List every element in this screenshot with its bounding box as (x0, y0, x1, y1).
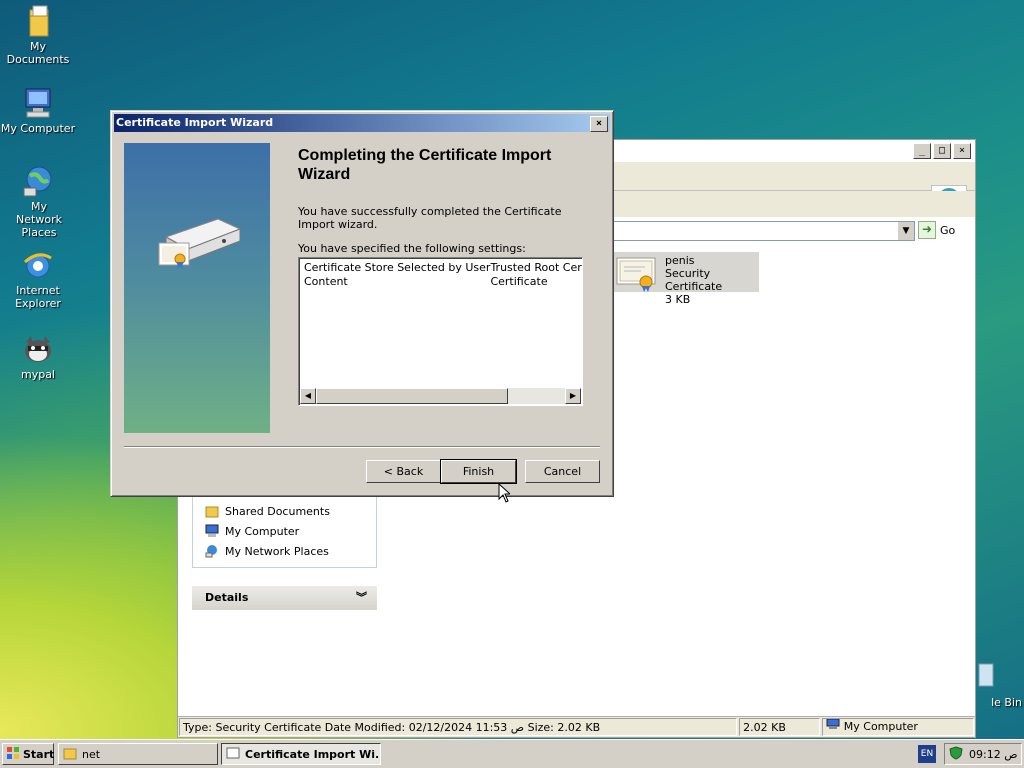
system-tray: 09:12 ص (944, 743, 1022, 765)
start-label: Start (23, 747, 55, 761)
minimize-button[interactable]: _ (913, 143, 931, 159)
file-type: Security Certificate (665, 267, 723, 293)
file-name: penis (665, 254, 695, 267)
folder-icon (205, 504, 219, 518)
other-places-my-computer[interactable]: My Computer (193, 521, 376, 541)
other-places-label: My Network Places (225, 544, 329, 558)
mouse-cursor-icon (498, 482, 512, 506)
desktop-icon-my-computer[interactable]: My Computer (0, 86, 78, 135)
status-zone: My Computer (821, 718, 974, 736)
settings-intro: You have specified the following setting… (298, 242, 526, 255)
wizard-side-banner (124, 143, 270, 433)
window-controls: _ □ × (913, 143, 971, 159)
scroll-right-icon[interactable]: ▶ (565, 388, 581, 404)
close-button[interactable]: × (953, 143, 971, 159)
file-item[interactable]: penis Security Certificate 3 KB (613, 252, 759, 306)
computer-icon (21, 86, 55, 120)
other-places-shared-documents[interactable]: Shared Documents (193, 501, 376, 521)
desktop-icon-my-documents[interactable]: My Documents (0, 4, 78, 66)
window-icon (226, 746, 240, 763)
computer-icon (826, 719, 840, 735)
internet-explorer-icon (21, 248, 55, 282)
windows-logo-icon (6, 746, 20, 763)
details-panel-header[interactable]: Details ︾ (192, 586, 377, 610)
back-button[interactable]: < Back (366, 460, 441, 483)
computer-icon (205, 524, 219, 538)
status-size: 2.02 KB (739, 718, 820, 736)
other-places-my-network-places[interactable]: My Network Places (193, 541, 376, 561)
mypal-icon (21, 332, 55, 366)
go-button[interactable]: ➜ Go (918, 220, 966, 240)
status-bar: Type: Security Certificate Date Modified… (178, 716, 975, 737)
desktop-icon-label: Internet Explorer (15, 284, 61, 310)
dialog-titlebar: Certificate Import Wizard × (114, 114, 610, 132)
success-text: You have successfully completed the Cert… (298, 205, 562, 231)
settings-row: Certificate Store Selected by User Trust… (304, 261, 582, 275)
chevron-double-down-icon[interactable]: ︾ (356, 586, 367, 610)
taskbar-item-label: Certificate Import Wi... (245, 747, 381, 761)
cancel-button[interactable]: Cancel (525, 460, 600, 483)
desktop-icon-label: My Documents (6, 40, 70, 66)
scrollbar-thumb[interactable] (316, 388, 508, 404)
network-icon (205, 544, 219, 558)
other-places-label: Shared Documents (225, 504, 330, 518)
settings-list[interactable]: Certificate Store Selected by User Trust… (298, 257, 583, 406)
folder-icon (21, 4, 55, 38)
maximize-button[interactable]: □ (933, 143, 951, 159)
security-shield-icon[interactable] (949, 745, 963, 763)
scroll-left-icon[interactable]: ◀ (300, 388, 316, 404)
language-indicator[interactable]: EN (918, 745, 936, 763)
go-label: Go (940, 223, 956, 237)
finish-button[interactable]: Finish (440, 459, 517, 484)
file-size: 3 KB (665, 293, 691, 306)
taskbar-item-label: net (82, 747, 101, 761)
certificate-drive-icon (158, 215, 242, 278)
settings-row: Content Certificate (304, 275, 582, 289)
status-zone-label: My Computer (843, 720, 918, 733)
setting-name: Certificate Store Selected by User (304, 261, 491, 274)
desktop-icon-label: mypal (20, 368, 55, 381)
desktop-icon-label: My Network Places (16, 200, 62, 239)
horizontal-scrollbar[interactable]: ◀ ▶ (300, 388, 581, 404)
desktop-icon-internet-explorer[interactable]: Internet Explorer (0, 248, 78, 310)
desktop-icon-label: My Computer (0, 122, 76, 135)
start-button[interactable]: Start (2, 743, 54, 765)
recycle-bin-icon (976, 660, 996, 694)
status-info: Type: Security Certificate Date Modified… (179, 718, 738, 736)
clock[interactable]: 09:12 ص (969, 748, 1018, 761)
divider (124, 446, 600, 448)
certificate-import-wizard-dialog: Certificate Import Wizard × Completing t… (110, 110, 614, 497)
other-places-panel: Shared Documents My Computer My Network … (192, 492, 377, 568)
taskbar-item-certificate-import-wizard[interactable]: Certificate Import Wi... (221, 743, 381, 765)
dialog-title: Certificate Import Wizard (116, 116, 274, 129)
other-places-label: My Computer (225, 524, 300, 538)
close-button[interactable]: × (590, 116, 608, 132)
network-icon (22, 164, 56, 198)
setting-name: Content (304, 275, 348, 288)
setting-value: Certificate (490, 275, 548, 288)
desktop-icon-my-network-places[interactable]: My Network Places (0, 164, 80, 239)
desktop-icon-mypal[interactable]: mypal (0, 332, 78, 381)
taskbar-item-net[interactable]: net (58, 743, 218, 765)
arrow-right-icon: ➜ (918, 221, 936, 239)
wizard-heading: Completing the Certificate Import Wizard (298, 147, 552, 183)
address-input[interactable]: ▼ (608, 221, 915, 241)
details-label: Details (205, 591, 249, 604)
certificate-icon (615, 256, 657, 292)
taskbar: Start net Certificate Import Wi... EN 09… (0, 739, 1024, 768)
chevron-down-icon[interactable]: ▼ (898, 222, 914, 240)
setting-value: Trusted Root Certification Authorities (490, 261, 582, 274)
folder-icon (63, 746, 77, 763)
